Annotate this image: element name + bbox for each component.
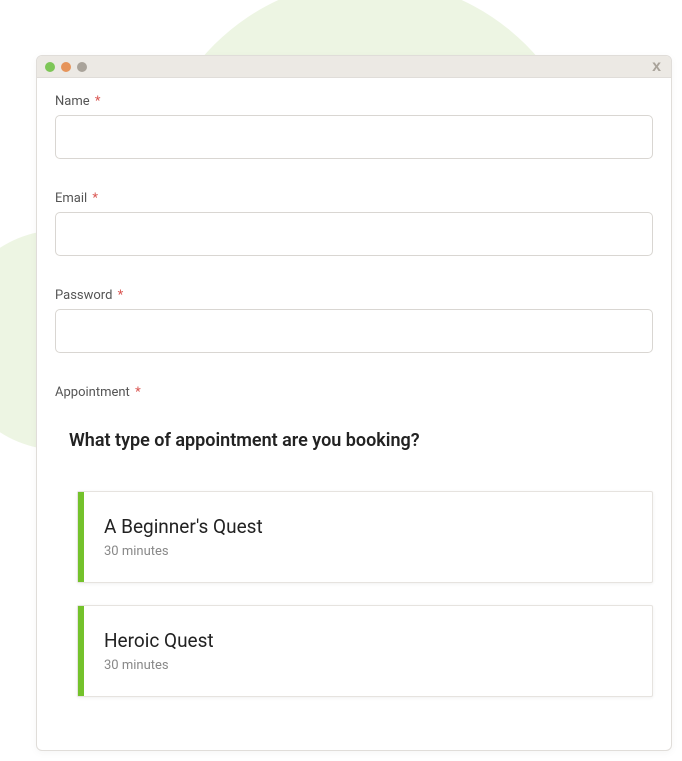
name-input[interactable] <box>55 115 653 159</box>
titlebar: x <box>37 56 671 78</box>
option-body: Heroic Quest 30 minutes <box>84 606 234 696</box>
email-label: Email * <box>55 191 653 206</box>
close-button[interactable]: x <box>652 58 661 76</box>
app-window: x Name * Email * Password * <box>36 55 672 751</box>
appointment-section: Appointment * What type of appointment a… <box>55 385 653 697</box>
password-input[interactable] <box>55 309 653 353</box>
form-content: Name * Email * Password * Appointment * <box>37 78 671 735</box>
name-label: Name * <box>55 94 653 109</box>
traffic-light-minimize-icon[interactable] <box>61 62 71 72</box>
option-title: A Beginner's Quest <box>104 515 263 538</box>
appointment-label: Appointment * <box>55 385 653 400</box>
required-marker: * <box>118 288 124 303</box>
password-field-group: Password * <box>55 288 653 353</box>
option-body: A Beginner's Quest 30 minutes <box>84 492 283 582</box>
email-input[interactable] <box>55 212 653 256</box>
option-duration: 30 minutes <box>104 544 263 559</box>
password-label-text: Password <box>55 288 112 303</box>
traffic-lights <box>45 62 87 72</box>
appointment-label-text: Appointment <box>55 385 130 400</box>
required-marker: * <box>135 385 141 400</box>
name-label-text: Name <box>55 94 90 109</box>
appointment-option[interactable]: A Beginner's Quest 30 minutes <box>77 491 653 583</box>
option-title: Heroic Quest <box>104 629 214 652</box>
option-duration: 30 minutes <box>104 658 214 673</box>
appointment-option[interactable]: Heroic Quest 30 minutes <box>77 605 653 697</box>
name-field-group: Name * <box>55 94 653 159</box>
email-field-group: Email * <box>55 191 653 256</box>
traffic-light-close-icon[interactable] <box>45 62 55 72</box>
required-marker: * <box>92 191 98 206</box>
traffic-light-zoom-icon[interactable] <box>77 62 87 72</box>
required-marker: * <box>95 94 101 109</box>
email-label-text: Email <box>55 191 87 206</box>
password-label: Password * <box>55 288 653 303</box>
appointment-heading: What type of appointment are you booking… <box>69 430 653 451</box>
